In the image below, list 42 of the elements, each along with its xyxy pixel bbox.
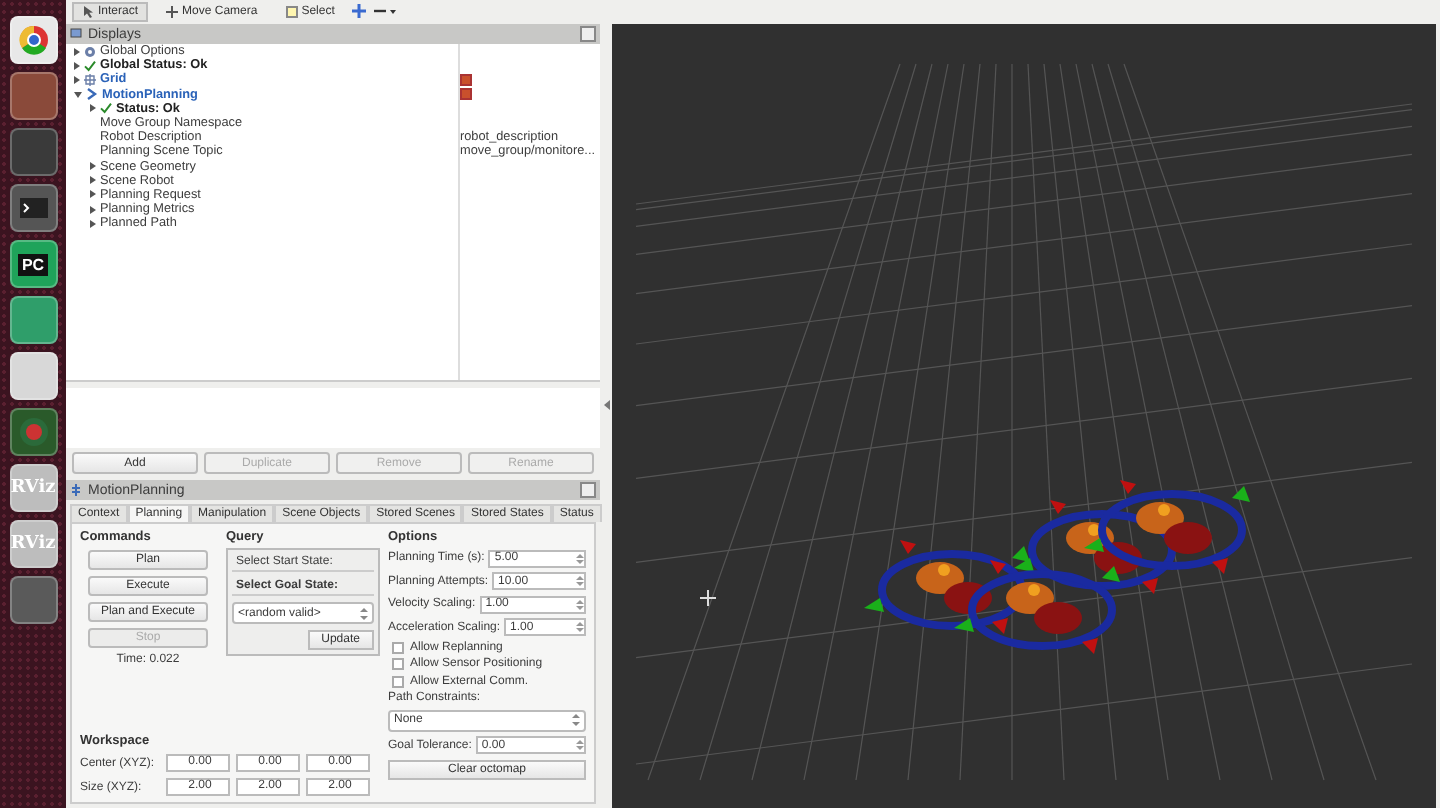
updown-caret-icon: [360, 607, 368, 619]
grid-icon: [84, 73, 96, 86]
expand-arrow-icon[interactable]: [90, 190, 96, 199]
checkbox[interactable]: [392, 675, 404, 687]
terminal-icon[interactable]: [9, 184, 57, 232]
expand-arrow-icon[interactable]: [90, 104, 96, 113]
add-icon[interactable]: [352, 4, 367, 18]
plugin-icon: [70, 484, 82, 496]
checkbox[interactable]: [392, 658, 404, 670]
workspace-icon[interactable]: [9, 576, 57, 624]
globe-icon[interactable]: [9, 408, 57, 456]
spin-arrows-icon[interactable]: [576, 597, 584, 611]
expand-arrow-icon[interactable]: [74, 61, 80, 70]
expand-arrow-icon[interactable]: [74, 91, 82, 98]
expand-arrow-icon[interactable]: [90, 205, 96, 214]
checkbox[interactable]: [460, 88, 472, 101]
monitor-icon: [70, 28, 82, 40]
spin-arrows-icon[interactable]: [576, 574, 584, 588]
expand-arrow-icon[interactable]: [74, 75, 80, 84]
expand-arrow-icon[interactable]: [90, 162, 96, 171]
cursor-icon: [699, 589, 717, 607]
close-icon[interactable]: [580, 482, 596, 498]
close-icon[interactable]: [580, 26, 596, 42]
browser-icon[interactable]: [9, 16, 57, 64]
check-icon: [84, 59, 96, 72]
checkbox[interactable]: [460, 73, 472, 86]
spin-arrows-icon[interactable]: [576, 551, 584, 565]
remove-dropdown-icon[interactable]: [374, 4, 399, 18]
check-icon: [100, 102, 112, 115]
expand-arrow-icon[interactable]: [90, 219, 96, 228]
checkbox[interactable]: [392, 641, 404, 653]
pointer-icon: [82, 5, 94, 17]
collapse-arrow-icon[interactable]: [603, 399, 609, 409]
expand-arrow-icon[interactable]: [90, 176, 96, 185]
app-icon[interactable]: [9, 296, 57, 344]
spin-arrows-icon[interactable]: [576, 738, 584, 752]
updown-caret-icon: [572, 714, 580, 726]
spin-arrows-icon[interactable]: [576, 620, 584, 634]
ide-icon[interactable]: PC: [9, 240, 57, 288]
square-icon: [285, 5, 298, 17]
plugin-icon: [86, 88, 98, 101]
crosshair-icon: [166, 5, 179, 17]
